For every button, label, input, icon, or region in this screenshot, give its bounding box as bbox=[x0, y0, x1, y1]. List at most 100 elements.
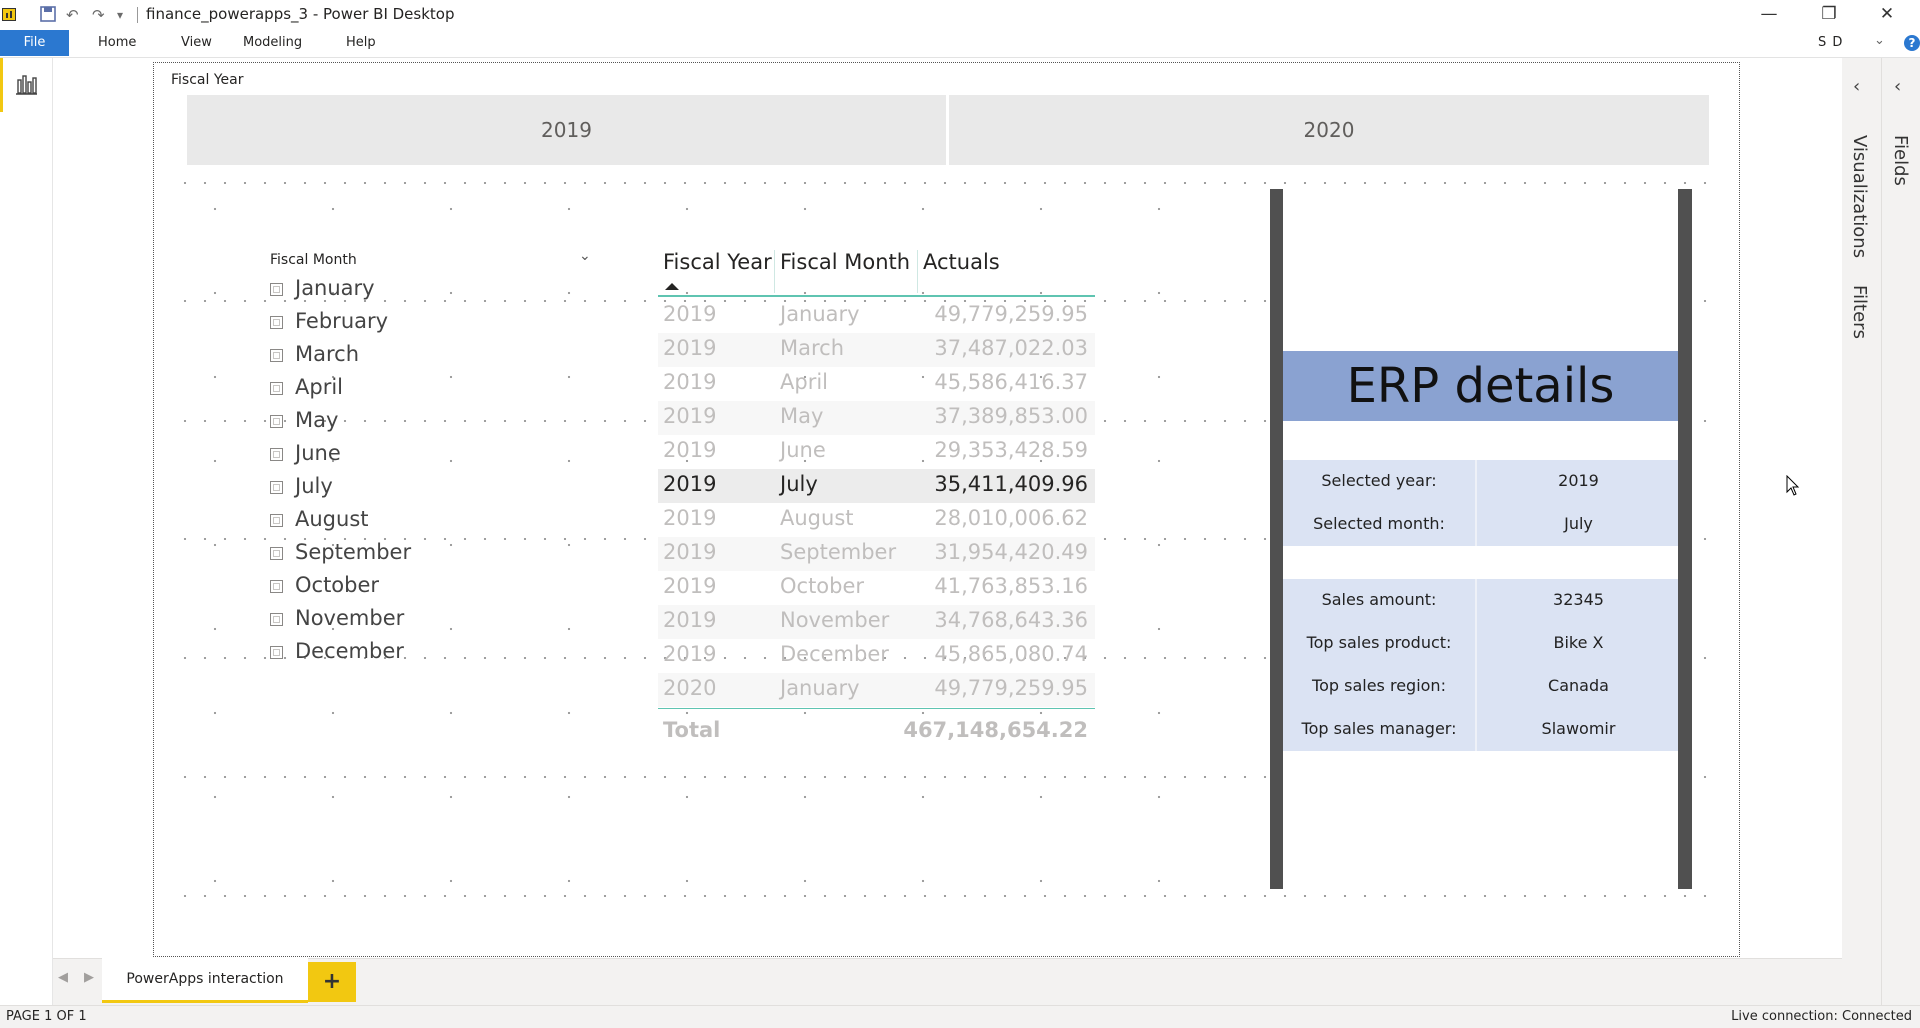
year-tile-2019[interactable]: 2019 bbox=[187, 95, 946, 165]
field-label: Top sales manager: bbox=[1301, 719, 1457, 738]
header-underline bbox=[658, 295, 1095, 297]
month-label: September bbox=[295, 540, 412, 564]
cell-year: 2019 bbox=[663, 370, 717, 394]
cell-year: 2019 bbox=[663, 336, 717, 360]
month-label: April bbox=[295, 375, 343, 399]
report-view-icon[interactable] bbox=[14, 72, 38, 100]
cell-actuals: 29,353,428.59 bbox=[934, 438, 1088, 462]
sort-ascending-icon[interactable] bbox=[665, 283, 679, 290]
save-icon[interactable] bbox=[40, 6, 56, 24]
cell-year: 2019 bbox=[663, 574, 717, 598]
checkbox[interactable] bbox=[270, 613, 283, 626]
checkbox[interactable] bbox=[270, 382, 283, 395]
checkbox[interactable] bbox=[270, 448, 283, 461]
ribbon-collapse-icon[interactable]: ⌄ bbox=[1874, 33, 1885, 48]
month-label: May bbox=[295, 408, 339, 432]
chevron-left-icon[interactable]: ◀ bbox=[58, 970, 68, 985]
checkbox[interactable] bbox=[270, 580, 283, 593]
field-value: Slawomir bbox=[1541, 719, 1616, 738]
tab-help[interactable]: Help bbox=[346, 30, 376, 56]
checkbox[interactable] bbox=[270, 646, 283, 659]
column-header-fiscal-year[interactable]: Fiscal Year bbox=[663, 250, 772, 274]
powerapps-frame-right bbox=[1678, 189, 1692, 889]
close-button[interactable]: ✕ bbox=[1864, 0, 1910, 30]
visualizations-pane-label[interactable]: Visualizations bbox=[1849, 135, 1870, 258]
checkbox[interactable] bbox=[270, 283, 283, 296]
table-row[interactable]: 2019 December 45,865,080.74 bbox=[658, 639, 1095, 673]
cell-actuals: 37,389,853.00 bbox=[934, 404, 1088, 428]
field-label: Sales amount: bbox=[1321, 590, 1437, 609]
user-initials[interactable]: S D bbox=[1818, 30, 1843, 56]
chevron-down-icon[interactable]: ⌄ bbox=[579, 248, 591, 264]
minimize-button[interactable]: — bbox=[1746, 0, 1792, 30]
tab-modeling[interactable]: Modeling bbox=[243, 30, 302, 56]
redo-icon[interactable]: ↷ bbox=[92, 6, 105, 24]
undo-icon[interactable]: ↶ bbox=[66, 6, 79, 24]
table-row[interactable]: 2019 November 34,768,643.36 bbox=[658, 605, 1095, 639]
chevron-left-icon[interactable]: ‹ bbox=[1853, 76, 1860, 97]
filters-pane-label[interactable]: Filters bbox=[1849, 285, 1870, 339]
year-tile-2020[interactable]: 2020 bbox=[949, 95, 1709, 165]
cell-month: August bbox=[780, 506, 854, 530]
tab-view[interactable]: View bbox=[181, 30, 212, 56]
column-header-actuals[interactable]: Actuals bbox=[923, 250, 1000, 274]
window-title: finance_powerapps_3 - Power BI Desktop bbox=[146, 5, 455, 23]
table-row[interactable]: 2019 June 29,353,428.59 bbox=[658, 435, 1095, 469]
cell-year: 2019 bbox=[663, 608, 717, 632]
table-row[interactable]: 2019 April 45,586,416.37 bbox=[658, 367, 1095, 401]
help-icon[interactable]: ? bbox=[1904, 35, 1920, 51]
column-header-fiscal-month[interactable]: Fiscal Month bbox=[780, 250, 910, 274]
cell-month: October bbox=[780, 574, 865, 598]
tab-file[interactable]: File bbox=[0, 30, 69, 56]
checkbox[interactable] bbox=[270, 481, 283, 494]
cell-month: January bbox=[780, 302, 860, 326]
table-row[interactable]: 2019 September 31,954,420.49 bbox=[658, 537, 1095, 571]
cell-year: 2019 bbox=[663, 540, 717, 564]
cell-month: July bbox=[780, 472, 818, 496]
customize-dropdown-icon[interactable]: ▾ bbox=[117, 6, 123, 24]
month-label: February bbox=[295, 309, 389, 333]
checkbox[interactable] bbox=[270, 547, 283, 560]
add-page-button[interactable]: + bbox=[308, 962, 356, 1002]
table-row[interactable]: 2019 October 41,763,853.16 bbox=[658, 571, 1095, 605]
cell-actuals: 45,865,080.74 bbox=[934, 642, 1088, 666]
table-row[interactable]: 2019 January 49,779,259.95 bbox=[658, 299, 1095, 333]
month-label: January bbox=[295, 276, 375, 300]
restore-button[interactable]: ❐ bbox=[1806, 0, 1852, 30]
table-row[interactable]: 2020 January 49,779,259.95 bbox=[658, 673, 1095, 707]
month-label: August bbox=[295, 507, 369, 531]
grid-dots bbox=[175, 182, 1720, 184]
column-divider bbox=[917, 250, 918, 293]
field-value: Bike X bbox=[1553, 633, 1604, 652]
checkbox[interactable] bbox=[270, 316, 283, 329]
tab-home[interactable]: Home bbox=[98, 30, 136, 56]
chevron-right-icon[interactable]: ▶ bbox=[84, 970, 94, 985]
month-label: November bbox=[295, 606, 405, 630]
year-slicer-title: Fiscal Year bbox=[171, 72, 244, 88]
page-tab-powerapps-interaction[interactable]: PowerApps interaction bbox=[102, 958, 308, 1003]
table-row[interactable]: 2019 March 37,487,022.03 bbox=[658, 333, 1095, 367]
table-row[interactable]: 2019 August 28,010,006.62 bbox=[658, 503, 1095, 537]
cell-month: January bbox=[780, 676, 860, 700]
field-label: Top sales product: bbox=[1306, 633, 1452, 652]
checkbox[interactable] bbox=[270, 415, 283, 428]
fields-pane-label[interactable]: Fields bbox=[1890, 135, 1911, 186]
powerapps-frame-left bbox=[1270, 189, 1283, 889]
column-divider bbox=[774, 250, 775, 293]
field-value: July bbox=[1564, 514, 1593, 533]
cell-year: 2020 bbox=[663, 676, 717, 700]
total-label: Total bbox=[663, 718, 721, 742]
table-row-selected[interactable]: 2019 July 35,411,409.96 bbox=[658, 469, 1095, 503]
cell-actuals: 31,954,420.49 bbox=[934, 540, 1088, 564]
checkbox[interactable] bbox=[270, 514, 283, 527]
cell-month: April bbox=[780, 370, 828, 394]
field-label: Selected year: bbox=[1321, 471, 1437, 490]
mouse-cursor-icon bbox=[1786, 474, 1802, 501]
erp-details-title: ERP details bbox=[1283, 351, 1678, 421]
table-row[interactable]: 2019 May 37,389,853.00 bbox=[658, 401, 1095, 435]
top-region-row: Top sales region: Canada bbox=[1283, 665, 1678, 708]
cell-month: November bbox=[780, 608, 890, 632]
title-separator bbox=[137, 7, 138, 23]
checkbox[interactable] bbox=[270, 349, 283, 362]
chevron-left-icon[interactable]: ‹ bbox=[1894, 76, 1901, 97]
